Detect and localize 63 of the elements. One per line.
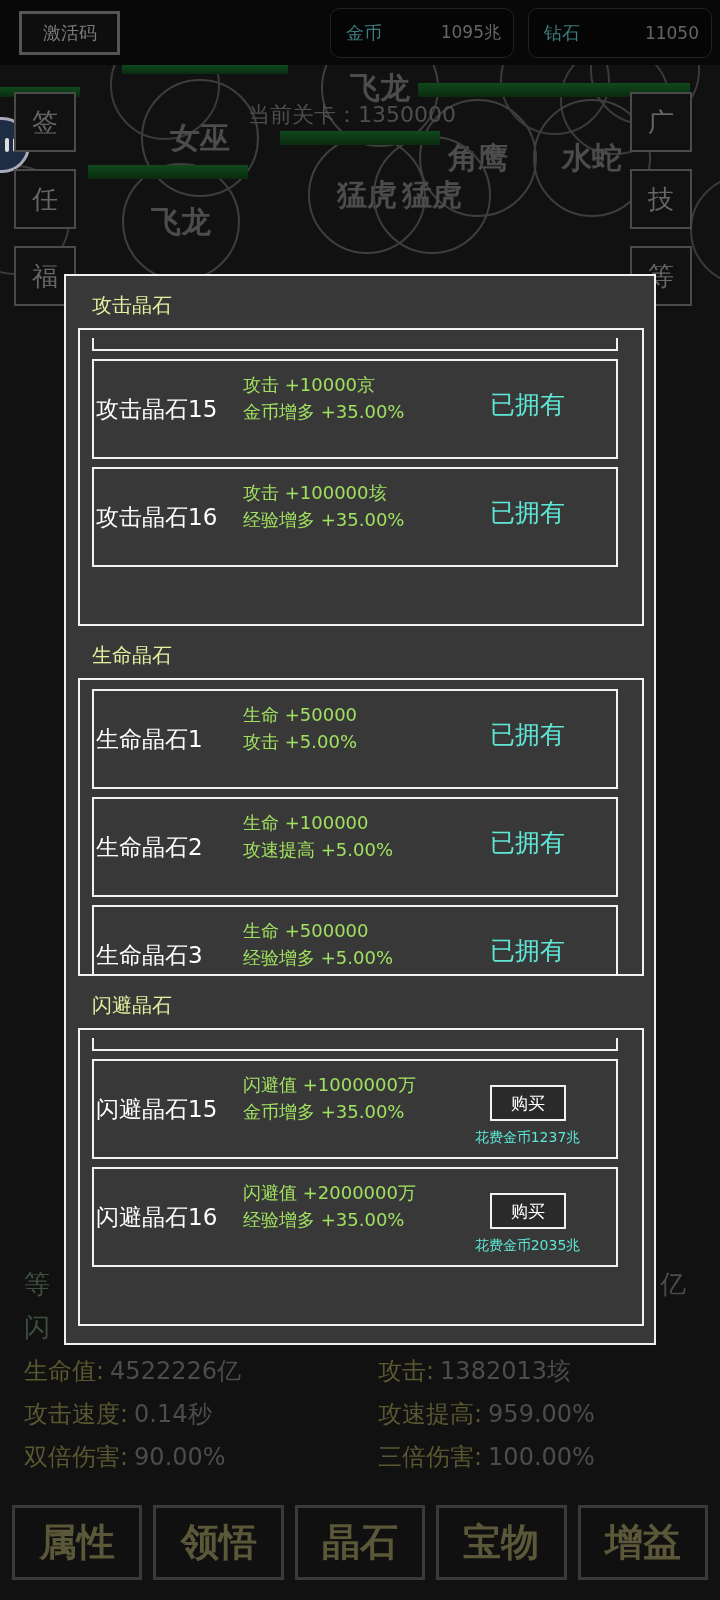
currency-value: 1095兆 xyxy=(440,21,501,44)
tab[interactable]: 属性 xyxy=(12,1505,143,1580)
effect-text: 生命 +100000 xyxy=(243,811,370,835)
tab[interactable]: 宝物 xyxy=(436,1505,567,1580)
effect-text: 经验增多 +35.00% xyxy=(243,1208,406,1232)
side-menu-button[interactable]: 广 xyxy=(630,92,692,152)
stat-label: 等 xyxy=(24,1268,50,1301)
cost-text: 花费金币1237兆 xyxy=(474,1129,581,1147)
section-title: 闪避晶石 xyxy=(91,991,173,1019)
tab[interactable]: 领悟 xyxy=(153,1505,284,1580)
stat-label: 攻速提高: xyxy=(378,1398,483,1430)
tab[interactable]: 晶石 xyxy=(294,1505,426,1580)
effect-text: 攻速提高 +5.00% xyxy=(243,838,394,862)
stat-value: 4522226亿 xyxy=(110,1355,241,1387)
side-menu-button[interactable]: 任 xyxy=(14,169,76,229)
crystal-name: 闪避晶石15 xyxy=(96,1095,219,1124)
effect-text: 生命 +500000 xyxy=(243,919,370,943)
side-menu-button[interactable]: 技 xyxy=(630,169,692,229)
section-title: 生命晶石 xyxy=(91,641,173,669)
effect-text: 经验增多 +35.00% xyxy=(243,508,406,532)
owned-status: 已拥有 xyxy=(490,389,565,421)
stat-value: 959.00% xyxy=(488,1399,595,1428)
effect-text: 攻击 +100000垓 xyxy=(243,481,388,505)
buy-button[interactable]: 购买 xyxy=(489,1193,566,1229)
crystal-name: 生命晶石1 xyxy=(96,725,204,754)
currency-value: 11050 xyxy=(644,22,699,43)
stat-value: 0.14秒 xyxy=(134,1398,212,1430)
cost-text: 花费金币2035兆 xyxy=(474,1237,581,1255)
stat-value: 90.00% xyxy=(134,1442,226,1471)
effect-text: 闪避值 +2000000万 xyxy=(243,1181,417,1205)
crystal-name: 生命晶石2 xyxy=(96,833,204,862)
crystal-name: 闪避晶石16 xyxy=(96,1203,219,1232)
crystal-name: 攻击晶石16 xyxy=(96,503,219,532)
owned-status: 已拥有 xyxy=(490,827,565,859)
crystal-name: 攻击晶石15 xyxy=(96,395,219,424)
effect-text: 生命 +50000 xyxy=(243,703,359,727)
side-menu-button[interactable]: 福 xyxy=(14,246,76,306)
stat-label: 攻击速度: xyxy=(24,1398,129,1430)
effect-text: 闪避值 +1000000万 xyxy=(243,1073,417,1097)
stat-value: 1382013垓 xyxy=(440,1355,571,1387)
crystal-name: 生命晶石3 xyxy=(96,941,204,970)
stat-value: 亿 xyxy=(660,1268,686,1301)
stat-label: 闪 xyxy=(24,1311,50,1344)
effect-text: 经验增多 +5.00% xyxy=(243,946,394,970)
effect-text: 攻击 +5.00% xyxy=(243,730,358,754)
tab[interactable]: 增益 xyxy=(577,1505,709,1580)
side-menu-button[interactable]: 签 xyxy=(14,92,76,152)
owned-status: 已拥有 xyxy=(490,497,565,529)
stat-label: 生命值: xyxy=(24,1355,105,1387)
owned-status: 已拥有 xyxy=(490,935,565,967)
section-title: 攻击晶石 xyxy=(91,291,173,319)
effect-text: 攻击 +10000京 xyxy=(243,373,377,397)
buy-button[interactable]: 购买 xyxy=(489,1085,566,1121)
effect-text: 金币增多 +35.00% xyxy=(243,1100,406,1124)
activation-code-button[interactable]: 激活码 xyxy=(19,10,120,55)
stat-label: 攻击: xyxy=(378,1355,435,1387)
stat-value: 100.00% xyxy=(488,1442,595,1471)
stat-label: 双倍伤害: xyxy=(24,1441,129,1473)
currency-label: 金币 xyxy=(346,20,382,45)
stat-label: 三倍伤害: xyxy=(378,1441,483,1473)
currency-label: 钻石 xyxy=(544,20,580,45)
owned-status: 已拥有 xyxy=(490,719,565,751)
effect-text: 金币增多 +35.00% xyxy=(243,400,406,424)
